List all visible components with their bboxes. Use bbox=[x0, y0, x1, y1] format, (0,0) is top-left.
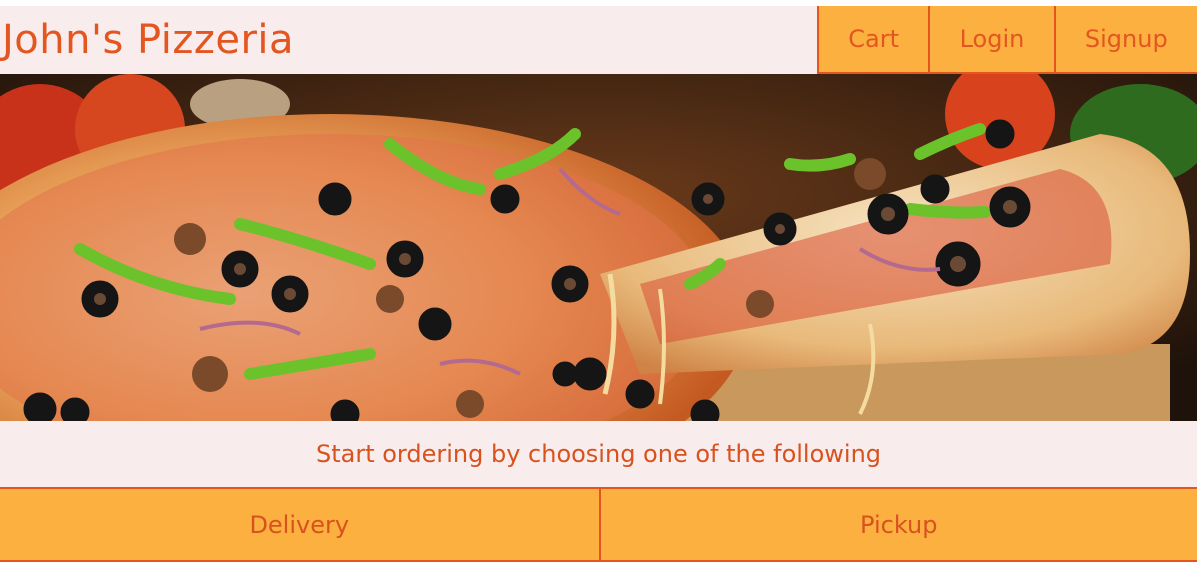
hero-pizza-image bbox=[0, 74, 1197, 421]
delivery-button[interactable]: Delivery bbox=[0, 489, 599, 562]
order-options: Delivery Pickup bbox=[0, 489, 1197, 562]
brand-title: John's Pizzeria bbox=[0, 6, 817, 74]
header: John's Pizzeria Cart Login Signup bbox=[0, 6, 1197, 74]
cart-button[interactable]: Cart bbox=[817, 6, 929, 74]
signup-button[interactable]: Signup bbox=[1053, 6, 1197, 74]
ordering-prompt: Start ordering by choosing one of the fo… bbox=[0, 421, 1197, 489]
app-root: John's Pizzeria Cart Login Signup Start … bbox=[0, 6, 1197, 562]
login-button[interactable]: Login bbox=[928, 6, 1054, 74]
pickup-button[interactable]: Pickup bbox=[598, 489, 1197, 562]
